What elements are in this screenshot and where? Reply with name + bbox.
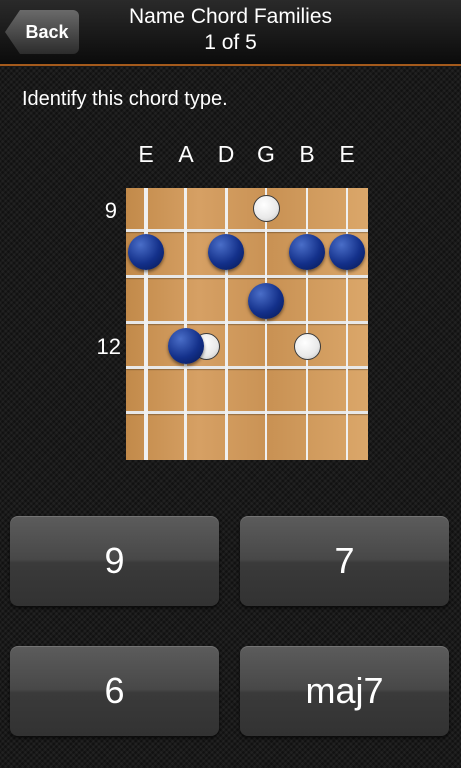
note-marker-filled [128, 234, 164, 270]
page-title: Name Chord Families 1 of 5 [95, 4, 366, 56]
fret-line [126, 321, 368, 324]
note-marker-filled [329, 234, 365, 270]
fret-line [126, 411, 368, 414]
string-name: B [299, 141, 315, 167]
note-marker-filled [289, 234, 325, 270]
string-name: E [339, 141, 355, 167]
guitar-string [225, 188, 228, 460]
progress-text: 1 of 5 [204, 31, 257, 54]
guitar-string [306, 188, 308, 460]
fretboard-diagram [126, 188, 368, 460]
fret-label-12: 12 [96, 334, 121, 359]
answer-button-7[interactable]: 7 [240, 516, 449, 606]
nav-bar: Back Name Chord Families 1 of 5 [0, 0, 461, 66]
back-button-label: Back [25, 21, 69, 42]
guitar-string [265, 188, 267, 460]
answer-label: 6 [104, 670, 125, 711]
guitar-string [144, 188, 148, 460]
guitar-string [346, 188, 348, 460]
title-text: Name Chord Families [128, 5, 333, 28]
string-names: E A D G B E [126, 141, 368, 169]
guitar-string [184, 188, 187, 460]
answer-button-maj7[interactable]: maj7 [240, 646, 449, 736]
answer-label: 7 [334, 540, 355, 581]
note-marker-open [293, 332, 321, 360]
answer-label: maj7 [305, 670, 384, 711]
answer-label: 9 [104, 540, 125, 581]
fret-line [126, 229, 368, 232]
fret-line [126, 275, 368, 278]
note-marker-filled [168, 328, 204, 364]
string-name: G [257, 141, 275, 167]
answer-button-6[interactable]: 6 [10, 646, 219, 736]
note-marker-filled [208, 234, 244, 270]
answer-button-9[interactable]: 9 [10, 516, 219, 606]
string-name: E [138, 141, 154, 167]
string-name: D [217, 141, 235, 167]
note-marker-filled [248, 283, 284, 319]
fret-line [126, 366, 368, 369]
string-name: A [178, 141, 194, 167]
note-marker-open [252, 194, 280, 222]
fret-label-9: 9 [104, 198, 117, 223]
back-button[interactable]: Back [5, 10, 79, 54]
question-prompt: Identify this chord type. [22, 88, 228, 110]
